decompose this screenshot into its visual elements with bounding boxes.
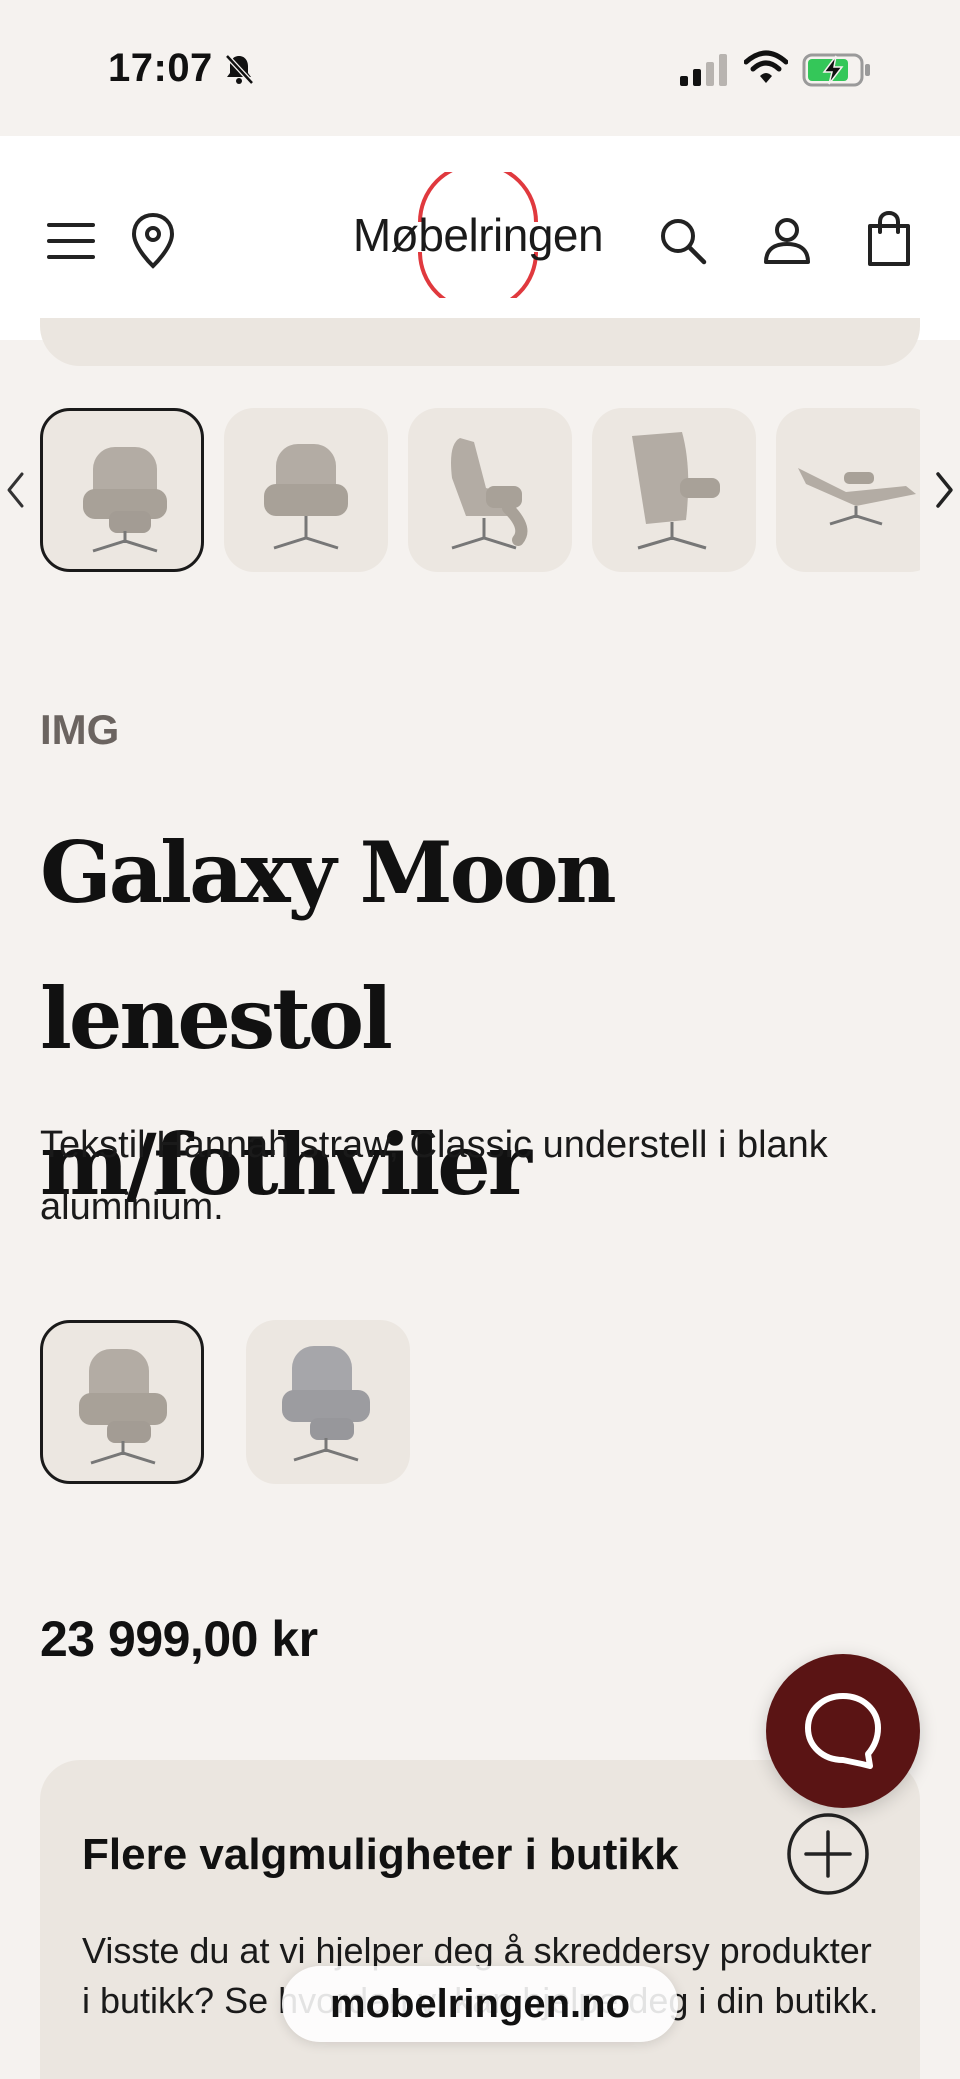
armchair-image [83,447,167,553]
armchair-image [79,1349,167,1465]
product-price: 23 999,00 kr [40,1611,318,1667]
battery-charging-icon [802,53,870,87]
site-logo[interactable]: Møbelringen [348,172,608,298]
color-variant-selector [40,1320,440,1484]
variant-straw[interactable] [40,1320,204,1484]
chat-bubble-icon [805,1693,881,1769]
product-description: Tekstil Hannah straw, Classic understell… [40,1124,828,1228]
panel-title: Flere valgmuligheter i butikk [82,1830,679,1879]
chevron-right-icon[interactable] [934,470,956,510]
plus-circle-icon[interactable] [786,1812,870,1896]
bell-slash-icon [225,54,254,85]
wifi-icon [744,50,788,83]
chevron-left-icon[interactable] [4,470,26,510]
shopping-bag-icon[interactable] [864,210,914,268]
logo-text: Møbelringen [352,209,604,261]
search-icon[interactable] [658,216,708,266]
thumbnail-4[interactable] [592,408,756,572]
user-icon[interactable] [762,216,812,266]
status-bar: 17:07 [0,0,960,136]
thumbnail-2[interactable] [224,408,388,572]
image-thumbnail-carousel [0,408,960,572]
armchair-image [282,1346,370,1462]
armchair-image [451,438,528,550]
browser-url-bar[interactable]: mobelringen.no [282,1966,678,2042]
menu-icon[interactable] [46,216,96,266]
thumbnail-3[interactable] [408,408,572,572]
status-time: 17:07 [108,46,213,90]
armchair-image [798,468,916,526]
location-pin-icon[interactable] [128,212,178,270]
thumbnail-5[interactable] [776,408,920,572]
site-header: Møbelringen [0,136,960,340]
product-title-line-1: Galaxy Moon lenestol [40,823,617,1068]
armchair-image [632,432,720,550]
variant-grey[interactable] [246,1320,410,1484]
image-container-edge [40,318,920,366]
armchair-image [264,444,348,550]
chat-button[interactable] [766,1654,920,1808]
thumbnail-1[interactable] [40,408,204,572]
thumbnail-list [40,408,920,572]
product-brand[interactable]: IMG [40,706,119,754]
signal-icon [680,54,727,86]
